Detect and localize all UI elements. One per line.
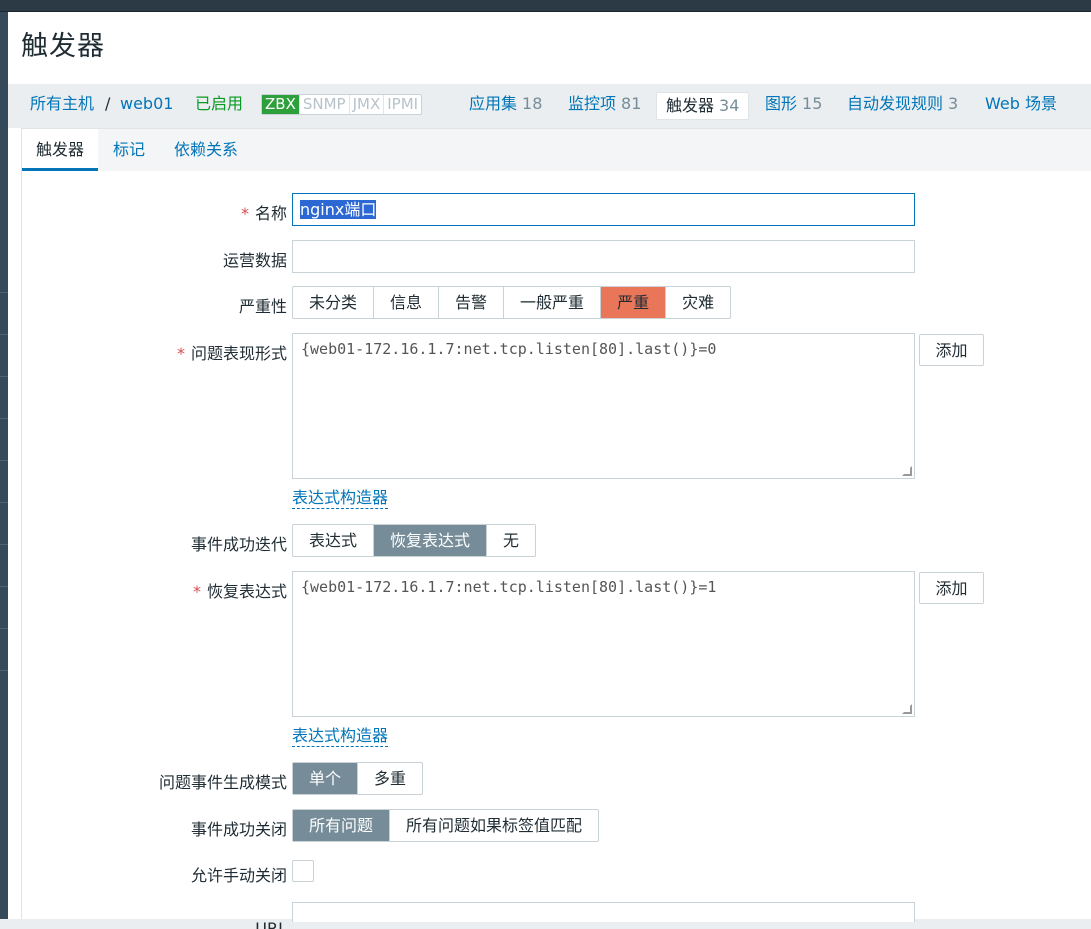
tab-trigger[interactable]: 触发器	[22, 129, 99, 171]
snmp-badge: SNMP	[298, 95, 349, 114]
nav-triggers[interactable]: 触发器 34	[656, 92, 750, 120]
side-menu-edge	[0, 12, 8, 919]
nav-web-scenarios[interactable]: Web 场景	[985, 84, 1057, 128]
problem-mode-single[interactable]: 单个	[293, 763, 358, 794]
nav-discovery-rules[interactable]: 自动发现规则 3	[847, 84, 958, 128]
host-navigation: 所有主机 / web01 已启用 应用集 18 监控项 81 触发器 34 图形 15 …	[8, 84, 1091, 128]
breadcrumb-all-hosts[interactable]: 所有主机	[30, 84, 94, 128]
ipmi-badge: IPMI	[383, 95, 421, 114]
manual-close-checkbox[interactable]	[292, 860, 314, 882]
expression-add-button[interactable]: 添加	[919, 334, 984, 366]
opdata-input[interactable]	[292, 240, 915, 273]
ok-close-selector: 所有问题 所有问题如果标签值匹配	[292, 809, 600, 842]
nav-graphs[interactable]: 图形 15	[765, 84, 822, 128]
severity-selector: 未分类 信息 告警 一般严重 严重 灾难	[292, 286, 732, 319]
severity-not-classified[interactable]: 未分类	[293, 287, 373, 318]
jmx-badge: JMX	[348, 95, 384, 114]
tab-tags[interactable]: 标记	[99, 129, 159, 171]
expression-textarea[interactable]: {web01-172.16.1.7:net.tcp.listen[80].las…	[292, 333, 915, 479]
page-title: 触发器	[21, 31, 105, 62]
opdata-label: 运营数据	[222, 251, 287, 270]
problem-mode-multiple[interactable]: 多重	[357, 763, 422, 794]
recovery-expression-textarea[interactable]: {web01-172.16.1.7:net.tcp.listen[80].las…	[292, 571, 915, 717]
name-input[interactable]: nginx端口	[292, 193, 915, 226]
main-page: 触发器 所有主机 / web01 已启用 应用集 18 监控项 81 触发器 34 图…	[8, 12, 1091, 929]
expression-label: * 问题表现形式	[176, 344, 287, 363]
severity-label: 严重性	[238, 297, 287, 316]
url-input[interactable]	[292, 902, 915, 922]
tab-dependencies[interactable]: 依赖关系	[160, 129, 252, 171]
recovery-mode-label: 事件成功迭代	[190, 535, 287, 554]
nav-applications[interactable]: 应用集 18	[469, 84, 542, 128]
resize-grip-icon[interactable]	[902, 466, 912, 476]
breadcrumb-separator: /	[105, 94, 111, 113]
severity-disaster[interactable]: 灾难	[665, 287, 730, 318]
availability-badges: ZBX SNMP JMX IPMI	[261, 94, 423, 115]
recovery-expression-constructor-link[interactable]: 表达式构造器	[292, 726, 389, 747]
host-status[interactable]: 已启用	[195, 84, 243, 128]
recovery-expression-add-button[interactable]: 添加	[919, 572, 984, 604]
recovery-mode-expression[interactable]: 表达式	[293, 525, 373, 556]
nav-items[interactable]: 监控项 81	[568, 84, 641, 128]
severity-high[interactable]: 严重	[600, 287, 666, 318]
manual-close-label: 允许手动关闭	[190, 866, 287, 885]
url-label: URL	[255, 919, 287, 929]
ok-close-tag-match[interactable]: 所有问题如果标签值匹配	[389, 810, 598, 841]
browser-top-edge	[0, 0, 1091, 12]
recovery-mode-selector: 表达式 恢复表达式 无	[292, 524, 537, 557]
recovery-mode-none[interactable]: 无	[486, 525, 535, 556]
expression-constructor-link[interactable]: 表达式构造器	[292, 488, 389, 509]
trigger-form: 触发器 标记 依赖关系 * 名称 nginx端口 运营数据 严重性 未分类 信息 …	[21, 128, 1091, 929]
severity-average[interactable]: 一般严重	[503, 287, 600, 318]
ok-close-all-problems[interactable]: 所有问题	[293, 810, 390, 841]
problem-mode-label: 问题事件生成模式	[158, 773, 287, 792]
breadcrumb-host[interactable]: web01	[120, 84, 173, 128]
severity-information[interactable]: 信息	[373, 287, 438, 318]
resize-grip-icon[interactable]	[902, 704, 912, 714]
severity-warning[interactable]: 告警	[438, 287, 503, 318]
zbx-badge: ZBX	[262, 95, 299, 114]
recovery-mode-recovery-expression[interactable]: 恢复表达式	[373, 525, 487, 556]
recovery-expression-label: * 恢复表达式	[192, 582, 287, 601]
ok-close-label: 事件成功关闭	[190, 820, 287, 839]
problem-mode-selector: 单个 多重	[292, 762, 424, 795]
name-label: * 名称	[240, 204, 287, 223]
form-tabs: 触发器 标记 依赖关系	[22, 129, 1091, 171]
